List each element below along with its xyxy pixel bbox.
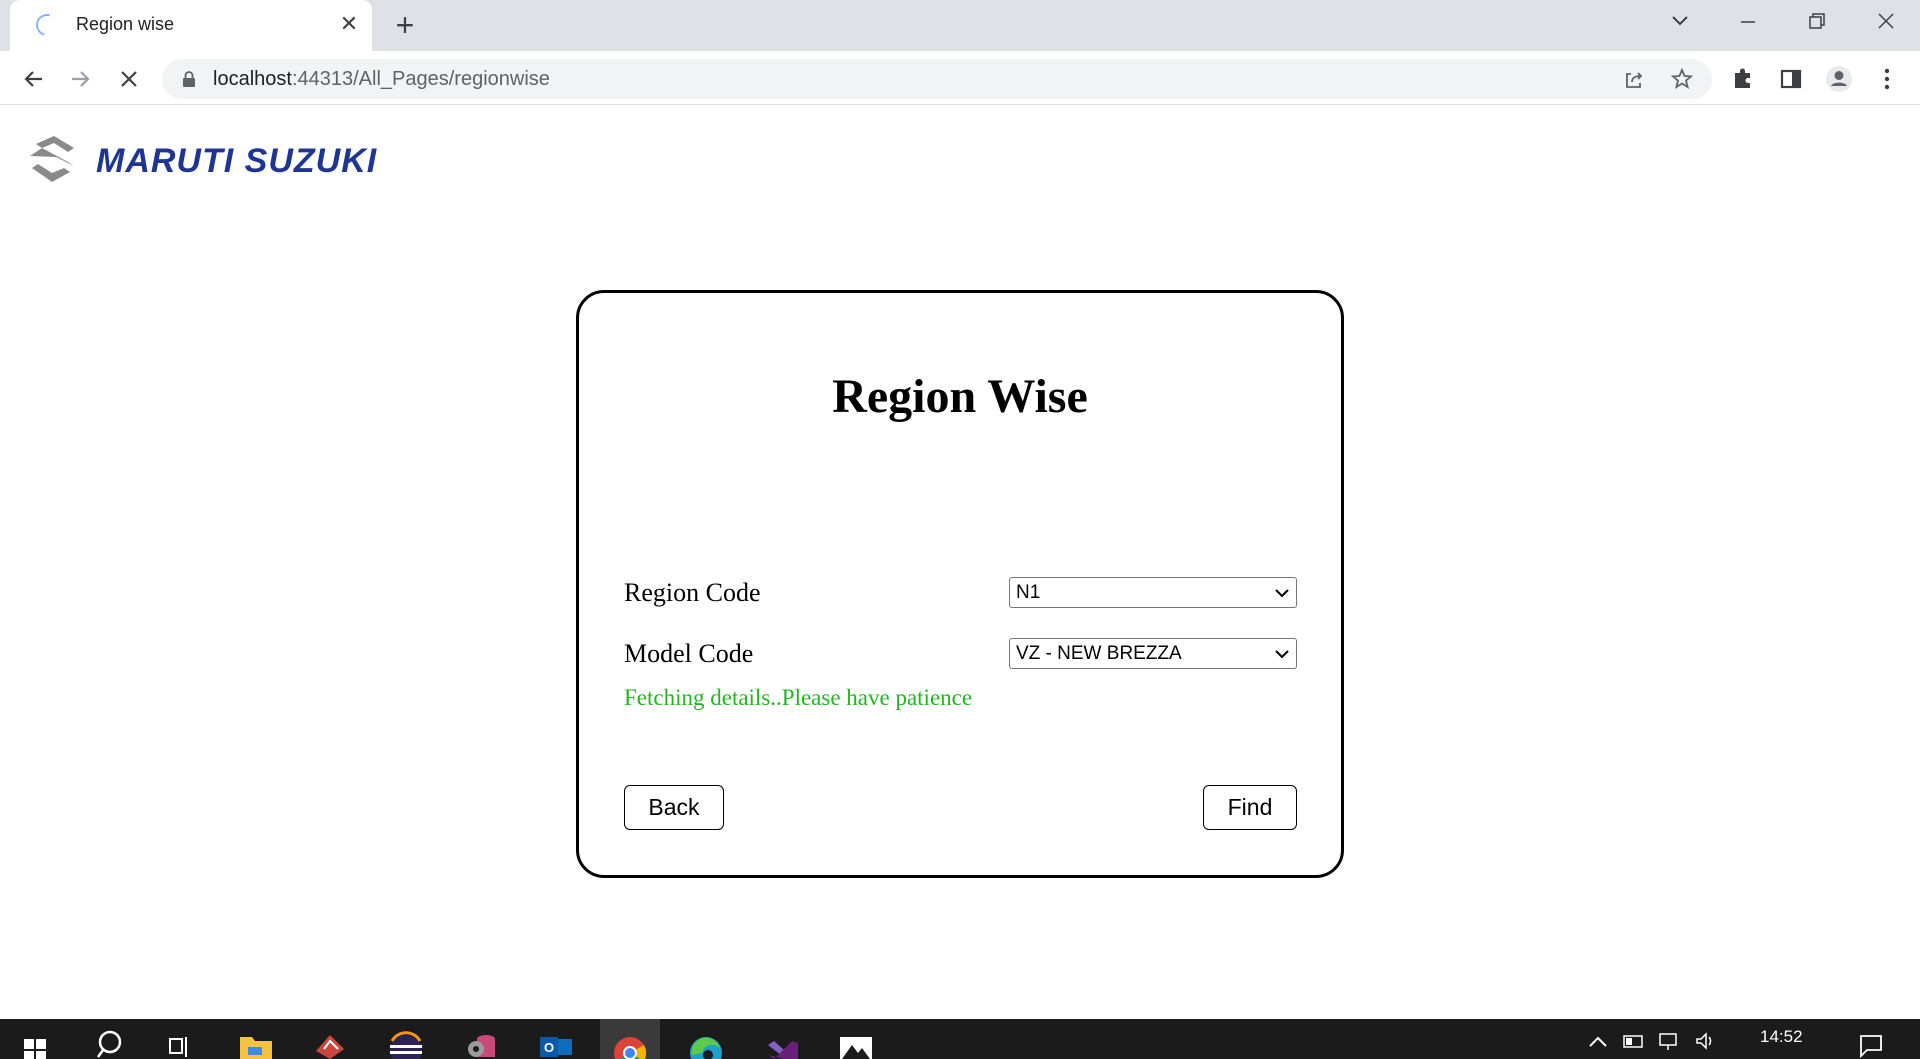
tab-close-icon[interactable]: ✕ [336,10,362,38]
stop-loading-button[interactable] [114,64,144,94]
find-button[interactable]: Find [1203,785,1297,830]
minimize-icon [1741,21,1755,23]
back-button[interactable] [18,64,48,94]
visual-studio-button[interactable] [752,1019,812,1059]
region-code-select[interactable]: N1 [1009,577,1297,608]
url-text: localhost:44313/All_Pages/regionwise [213,68,550,91]
region-code-value: N1 [1016,582,1041,603]
chrome-menu-button[interactable] [1872,64,1902,94]
search-icon [96,1030,122,1058]
bookmark-star-icon[interactable] [1670,67,1694,91]
logo-text: MARUTI SUZUKI [96,142,378,180]
show-hidden-icons-icon[interactable] [1586,1033,1610,1049]
loading-spinner-icon [31,9,63,41]
share-icon[interactable] [1622,68,1646,92]
svg-text:O: O [544,1040,554,1055]
file-explorer-icon [240,1037,272,1059]
chevron-down-icon [1275,650,1289,659]
profile-button[interactable] [1824,64,1854,94]
database-button[interactable] [452,1019,512,1059]
outlook-button[interactable]: O [526,1019,586,1059]
eclipse-icon [390,1031,422,1059]
edge-button[interactable] [676,1019,736,1059]
network-icon[interactable] [1658,1031,1684,1051]
model-code-select[interactable]: VZ - NEW BREZZA [1009,638,1297,669]
restore-icon [1809,13,1825,29]
app-icon [316,1035,344,1059]
status-message: Fetching details..Please have patience [624,685,973,710]
start-button[interactable] [6,1019,66,1059]
chrome-button[interactable] [600,1019,660,1059]
volume-icon[interactable] [1694,1031,1720,1051]
stop-icon [121,71,137,87]
model-code-label: Model Code [624,639,754,668]
lock-icon [183,71,195,87]
address-bar[interactable]: localhost:44313/All_Pages/regionwise [162,59,1712,99]
url-host: localhost [213,68,292,90]
url-path: :44313/All_Pages/regionwise [291,68,550,90]
visual-studio-icon [768,1041,798,1059]
kebab-menu-icon [1884,68,1890,90]
tab-strip: Region wise ✕ + [0,0,1920,51]
forward-button[interactable] [66,64,96,94]
restore-button[interactable] [1786,0,1846,44]
task-view-icon [169,1037,187,1057]
new-tab-button[interactable]: + [388,8,422,42]
file-explorer-button[interactable] [226,1019,286,1059]
browser-toolbar: localhost:44313/All_Pages/regionwise [0,51,1920,105]
edge-icon [690,1037,722,1059]
chevron-down-icon [1275,589,1289,598]
database-icon [468,1035,495,1057]
tab-search-button[interactable] [1650,0,1710,44]
avatar-icon [1826,66,1852,92]
eclipse-button[interactable] [376,1019,436,1059]
photos-icon [840,1037,872,1059]
side-panel-icon [1780,69,1802,89]
back-button[interactable]: Back [624,785,724,830]
chevron-down-icon [1672,16,1688,26]
region-code-label: Region Code [624,578,761,607]
taskbar-clock[interactable]: 14:52 [1760,1027,1803,1047]
photos-button[interactable] [826,1019,886,1059]
maruti-suzuki-logo: MARUTI SUZUKI [28,136,448,186]
puzzle-icon [1735,68,1750,88]
start-icon [24,1039,46,1059]
windows-taskbar: O 14:52 [0,1019,1920,1059]
suzuki-s-logo-icon [30,136,74,182]
page-title: Region Wise [832,370,1088,423]
search-button[interactable] [80,1019,140,1059]
arrow-left-icon [24,71,42,87]
arrow-right-icon [72,71,90,87]
close-window-button[interactable] [1856,0,1916,44]
minimize-button[interactable] [1718,0,1778,44]
outlook-icon: O [540,1037,572,1057]
tab-title: Region wise [76,14,175,34]
extensions-button[interactable] [1728,64,1758,94]
side-panel-button[interactable] [1776,64,1806,94]
model-code-value: VZ - NEW BREZZA [1016,643,1182,664]
battery-icon[interactable] [1622,1033,1646,1049]
chrome-icon [614,1037,647,1059]
close-icon [1878,13,1894,29]
app-button[interactable] [300,1019,360,1059]
browser-tab[interactable]: Region wise ✕ [10,0,372,51]
task-view-button[interactable] [150,1019,210,1059]
region-wise-form: Region Wise Region Code N1 Model Code VZ… [576,290,1344,878]
notifications-icon[interactable] [1858,1033,1884,1059]
